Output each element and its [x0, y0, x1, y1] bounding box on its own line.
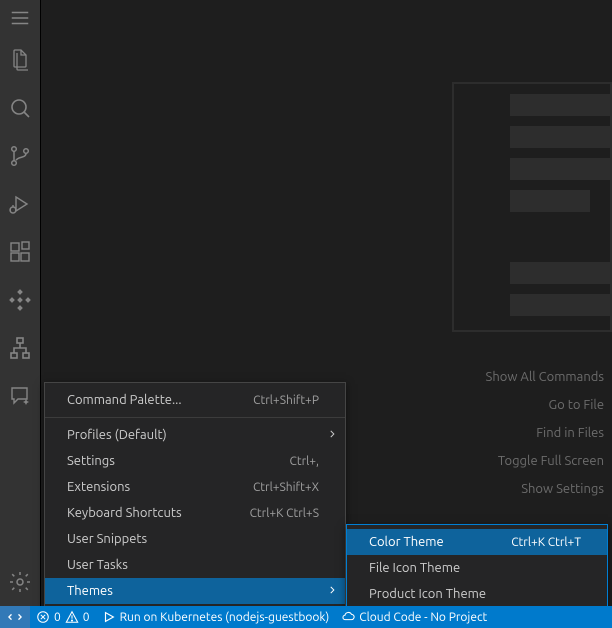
status-run-label: Run on Kubernetes (nodejs-guestbook) [120, 611, 330, 624]
menu-item-keyboard-shortcuts[interactable]: Keyboard Shortcuts Ctrl+K Ctrl+S [45, 500, 345, 526]
menu-item-label: Settings [67, 454, 290, 468]
status-cloud-label: Cloud Code - No Project [359, 611, 487, 624]
menu-item-label: Command Palette... [67, 393, 253, 407]
cloud-icon [341, 610, 355, 624]
submenu-item-product-icon-theme[interactable]: Product Icon Theme [347, 581, 607, 607]
welcome-shortcut-list: Show All Commands Go to File Find in Fil… [486, 370, 604, 496]
menu-item-profiles[interactable]: Profiles (Default) [45, 422, 345, 448]
status-problems[interactable]: 0 0 [30, 606, 96, 628]
menu-item-label: Extensions [67, 480, 253, 494]
menu-item-label: File Icon Theme [369, 561, 581, 575]
menu-item-themes[interactable]: Themes [45, 578, 345, 604]
menu-item-extensions[interactable]: Extensions Ctrl+Shift+X [45, 474, 345, 500]
menu-item-label: User Snippets [67, 532, 319, 546]
menu-item-label: Product Icon Theme [369, 587, 581, 601]
cloud-code-button[interactable] [0, 276, 40, 324]
diamond-grid-icon [8, 288, 32, 312]
source-control-button[interactable] [0, 132, 40, 180]
chevron-right-icon [327, 584, 337, 598]
menu-separator [45, 417, 345, 418]
run-debug-icon [8, 192, 32, 216]
gear-icon [8, 570, 32, 594]
welcome-shortcut-label: Show Settings [486, 482, 604, 496]
files-icon [8, 48, 32, 72]
branch-icon [8, 144, 32, 168]
chevron-right-icon [327, 428, 337, 442]
remote-indicator[interactable] [0, 606, 30, 628]
error-count: 0 [54, 611, 61, 624]
menu-item-label: Color Theme [369, 535, 511, 549]
menu-item-shortcut: Ctrl+Shift+X [253, 481, 319, 494]
menu-item-shortcut: Ctrl+K Ctrl+T [511, 536, 581, 549]
welcome-shortcut-label: Find in Files [486, 426, 604, 440]
menu-item-shortcut: Ctrl+Shift+P [253, 394, 319, 407]
extensions-button[interactable] [0, 228, 40, 276]
menu-item-command-palette[interactable]: Command Palette... Ctrl+Shift+P [45, 387, 345, 413]
chat-sparkle-icon [8, 384, 32, 408]
menu-item-user-tasks[interactable]: User Tasks [45, 552, 345, 578]
manage-gear-button[interactable] [0, 558, 40, 606]
menu-item-shortcut: Ctrl+, [290, 455, 319, 468]
submenu-item-file-icon-theme[interactable]: File Icon Theme [347, 555, 607, 581]
editor-watermark [452, 82, 612, 332]
warning-count: 0 [83, 611, 90, 624]
run-debug-button[interactable] [0, 180, 40, 228]
submenu-item-color-theme[interactable]: Color Theme Ctrl+K Ctrl+T [347, 529, 607, 555]
search-button[interactable] [0, 84, 40, 132]
status-cloud-code[interactable]: Cloud Code - No Project [335, 606, 493, 628]
status-run-kubernetes[interactable]: Run on Kubernetes (nodejs-guestbook) [96, 606, 336, 628]
menu-item-label: Themes [67, 584, 319, 598]
themes-submenu: Color Theme Ctrl+K Ctrl+T File Icon Them… [346, 524, 608, 612]
tree-icon [8, 336, 32, 360]
explorer-button[interactable] [0, 36, 40, 84]
menu-item-shortcut: Ctrl+K Ctrl+S [250, 507, 319, 520]
menu-icon [9, 7, 31, 29]
status-bar: 0 0 Run on Kubernetes (nodejs-guestbook)… [0, 606, 612, 628]
activity-bar [0, 0, 40, 606]
menu-item-label: User Tasks [67, 558, 319, 572]
warning-triangle-icon [65, 610, 79, 624]
manage-context-menu: Command Palette... Ctrl+Shift+P Profiles… [44, 382, 346, 609]
menu-item-settings[interactable]: Settings Ctrl+, [45, 448, 345, 474]
kubernetes-button[interactable] [0, 324, 40, 372]
app-menu-button[interactable] [0, 0, 40, 36]
welcome-shortcut-label: Toggle Full Screen [486, 454, 604, 468]
error-circle-icon [36, 610, 50, 624]
debug-start-icon [102, 610, 116, 624]
menu-item-user-snippets[interactable]: User Snippets [45, 526, 345, 552]
menu-item-label: Profiles (Default) [67, 428, 319, 442]
remote-icon [8, 610, 22, 624]
assist-button[interactable] [0, 372, 40, 420]
menu-item-label: Keyboard Shortcuts [67, 506, 250, 520]
welcome-shortcut-label: Go to File [486, 398, 604, 412]
search-icon [8, 96, 32, 120]
welcome-shortcut-label: Show All Commands [486, 370, 604, 384]
extensions-icon [8, 240, 32, 264]
